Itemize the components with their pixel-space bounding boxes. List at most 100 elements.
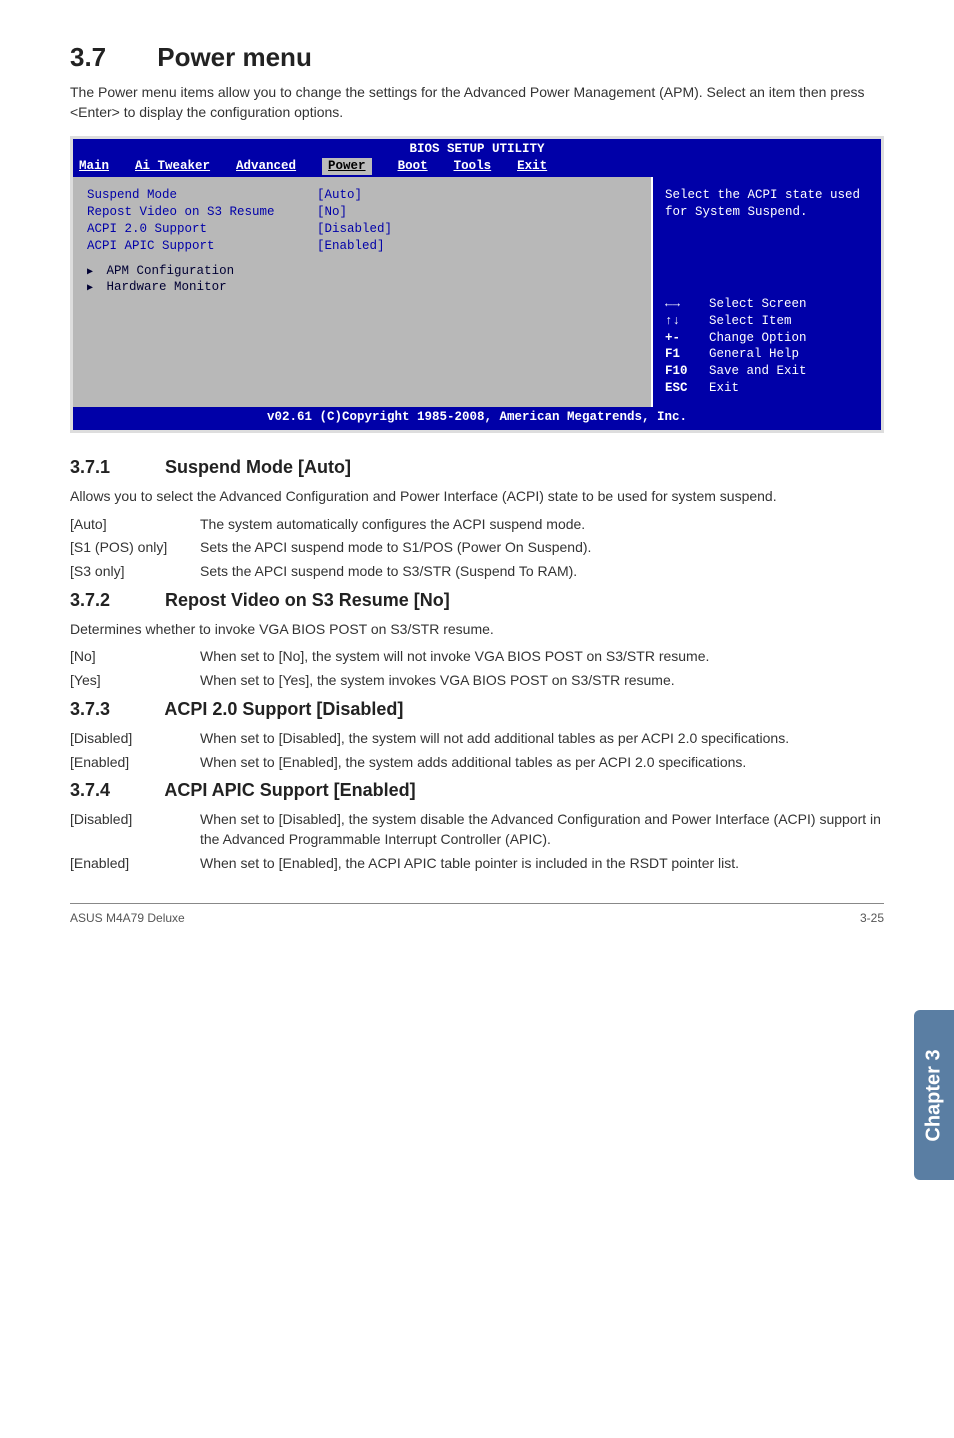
option-val: When set to [Disabled], the system disab… [200,810,884,849]
option-val: When set to [Enabled], the ACPI APIC tab… [200,854,884,874]
bios-right-pane: Select the ACPI state used for System Su… [651,177,881,407]
subsection-372-body: Determines whether to invoke VGA BIOS PO… [70,620,884,640]
section-heading: 3.7 Power menu [70,40,884,75]
option-val: When set to [Yes], the system invokes VG… [200,671,884,691]
subsection-number: 3.7.2 [70,588,160,612]
chapter-side-tab: Chapter 3 [914,1010,954,1180]
bios-item-label: Repost Video on S3 Resume [87,204,317,221]
section-number: 3.7 [70,40,150,75]
bios-title: BIOS SETUP UTILITY [73,139,881,158]
bios-item-value: [Enabled] [317,238,385,255]
option-key: [S3 only] [70,562,200,582]
legend-key: ESC [665,380,709,397]
footer-left: ASUS M4A79 Deluxe [70,910,185,926]
bios-menu-aitweaker: Ai Tweaker [135,158,210,175]
bios-menu-tools: Tools [454,158,492,175]
bios-item-repost: Repost Video on S3 Resume [No] [87,204,637,221]
triangle-icon: ▶ [87,283,93,294]
legend-key: F1 [665,346,709,363]
bios-subitem-label: APM Configuration [107,264,235,278]
bios-subitem-apm: ▶ APM Configuration [87,263,637,280]
bios-footer: v02.61 (C)Copyright 1985-2008, American … [73,407,881,430]
subsection-title: Repost Video on S3 Resume [No] [165,590,450,610]
triangle-icon: ▶ [87,267,93,278]
option-row: [Auto]The system automatically configure… [70,515,884,535]
bios-body: Suspend Mode [Auto] Repost Video on S3 R… [73,177,881,407]
subsection-title: ACPI APIC Support [Enabled] [164,780,415,800]
option-key: [Disabled] [70,729,200,749]
subsection-title: Suspend Mode [Auto] [165,457,351,477]
subsection-374-heading: 3.7.4 ACPI APIC Support [Enabled] [70,778,884,802]
bios-item-suspend: Suspend Mode [Auto] [87,187,637,204]
bios-menu-main: Main [79,158,109,175]
bios-screenshot: BIOS SETUP UTILITY Main Ai Tweaker Advan… [70,136,884,433]
subsection-number: 3.7.1 [70,455,160,479]
bios-item-label: ACPI APIC Support [87,238,317,255]
option-row: [Disabled]When set to [Disabled], the sy… [70,810,884,849]
legend-row: +-Change Option [665,330,869,347]
option-row: [Enabled]When set to [Enabled], the ACPI… [70,854,884,874]
legend-key: ←→ [665,296,709,313]
legend-val: Change Option [709,330,807,347]
option-row: [Disabled]When set to [Disabled], the sy… [70,729,884,749]
legend-key: F10 [665,363,709,380]
subsection-number: 3.7.4 [70,778,160,802]
bios-left-pane: Suspend Mode [Auto] Repost Video on S3 R… [73,177,651,407]
subsection-373-heading: 3.7.3 ACPI 2.0 Support [Disabled] [70,697,884,721]
option-val: The system automatically configures the … [200,515,884,535]
option-key: [Enabled] [70,854,200,874]
legend-row: ←→Select Screen [665,296,869,313]
legend-row: F10Save and Exit [665,363,869,380]
bios-item-acpi20: ACPI 2.0 Support [Disabled] [87,221,637,238]
legend-val: Select Screen [709,296,807,313]
page-footer: ASUS M4A79 Deluxe 3-25 [70,903,884,926]
legend-val: General Help [709,346,799,363]
option-row: [S3 only]Sets the APCI suspend mode to S… [70,562,884,582]
section-title-text: Power menu [157,42,312,72]
bios-item-acpiapic: ACPI APIC Support [Enabled] [87,238,637,255]
legend-key: ↑↓ [665,313,709,330]
bios-subitem-hwmon: ▶ Hardware Monitor [87,279,637,296]
footer-right: 3-25 [860,910,884,926]
bios-item-value: [No] [317,204,347,221]
bios-item-label: ACPI 2.0 Support [87,221,317,238]
option-row: [No]When set to [No], the system will no… [70,647,884,667]
bios-menu-boot: Boot [398,158,428,175]
legend-val: Save and Exit [709,363,807,380]
bios-menu-advanced: Advanced [236,158,296,175]
option-val: Sets the APCI suspend mode to S1/POS (Po… [200,538,884,558]
option-key: [Yes] [70,671,200,691]
bios-menu-exit: Exit [517,158,547,175]
subsection-371-heading: 3.7.1 Suspend Mode [Auto] [70,455,884,479]
legend-val: Select Item [709,313,792,330]
subsection-title: ACPI 2.0 Support [Disabled] [164,699,403,719]
bios-help-text: Select the ACPI state used for System Su… [665,187,869,221]
legend-row: ESCExit [665,380,869,397]
option-row: [Enabled]When set to [Enabled], the syst… [70,753,884,773]
option-val: When set to [Disabled], the system will … [200,729,884,749]
legend-row: F1General Help [665,346,869,363]
bios-menu-bar: Main Ai Tweaker Advanced Power Boot Tool… [73,158,881,177]
option-val: Sets the APCI suspend mode to S3/STR (Su… [200,562,884,582]
option-val: When set to [No], the system will not in… [200,647,884,667]
option-key: [No] [70,647,200,667]
option-key: [Auto] [70,515,200,535]
option-key: [S1 (POS) only] [70,538,200,558]
option-key: [Enabled] [70,753,200,773]
option-val: When set to [Enabled], the system adds a… [200,753,884,773]
subsection-372-heading: 3.7.2 Repost Video on S3 Resume [No] [70,588,884,612]
bios-subitem-label: Hardware Monitor [107,280,227,294]
option-row: [Yes]When set to [Yes], the system invok… [70,671,884,691]
chapter-side-tab-label: Chapter 3 [921,1049,948,1141]
legend-row: ↑↓Select Item [665,313,869,330]
option-key: [Disabled] [70,810,200,849]
bios-item-label: Suspend Mode [87,187,317,204]
legend-val: Exit [709,380,739,397]
subsection-number: 3.7.3 [70,697,160,721]
subsection-371-body: Allows you to select the Advanced Config… [70,487,884,507]
bios-legend: ←→Select Screen ↑↓Select Item +-Change O… [665,296,869,397]
bios-item-value: [Auto] [317,187,362,204]
legend-key: +- [665,330,709,347]
option-row: [S1 (POS) only]Sets the APCI suspend mod… [70,538,884,558]
bios-item-value: [Disabled] [317,221,392,238]
